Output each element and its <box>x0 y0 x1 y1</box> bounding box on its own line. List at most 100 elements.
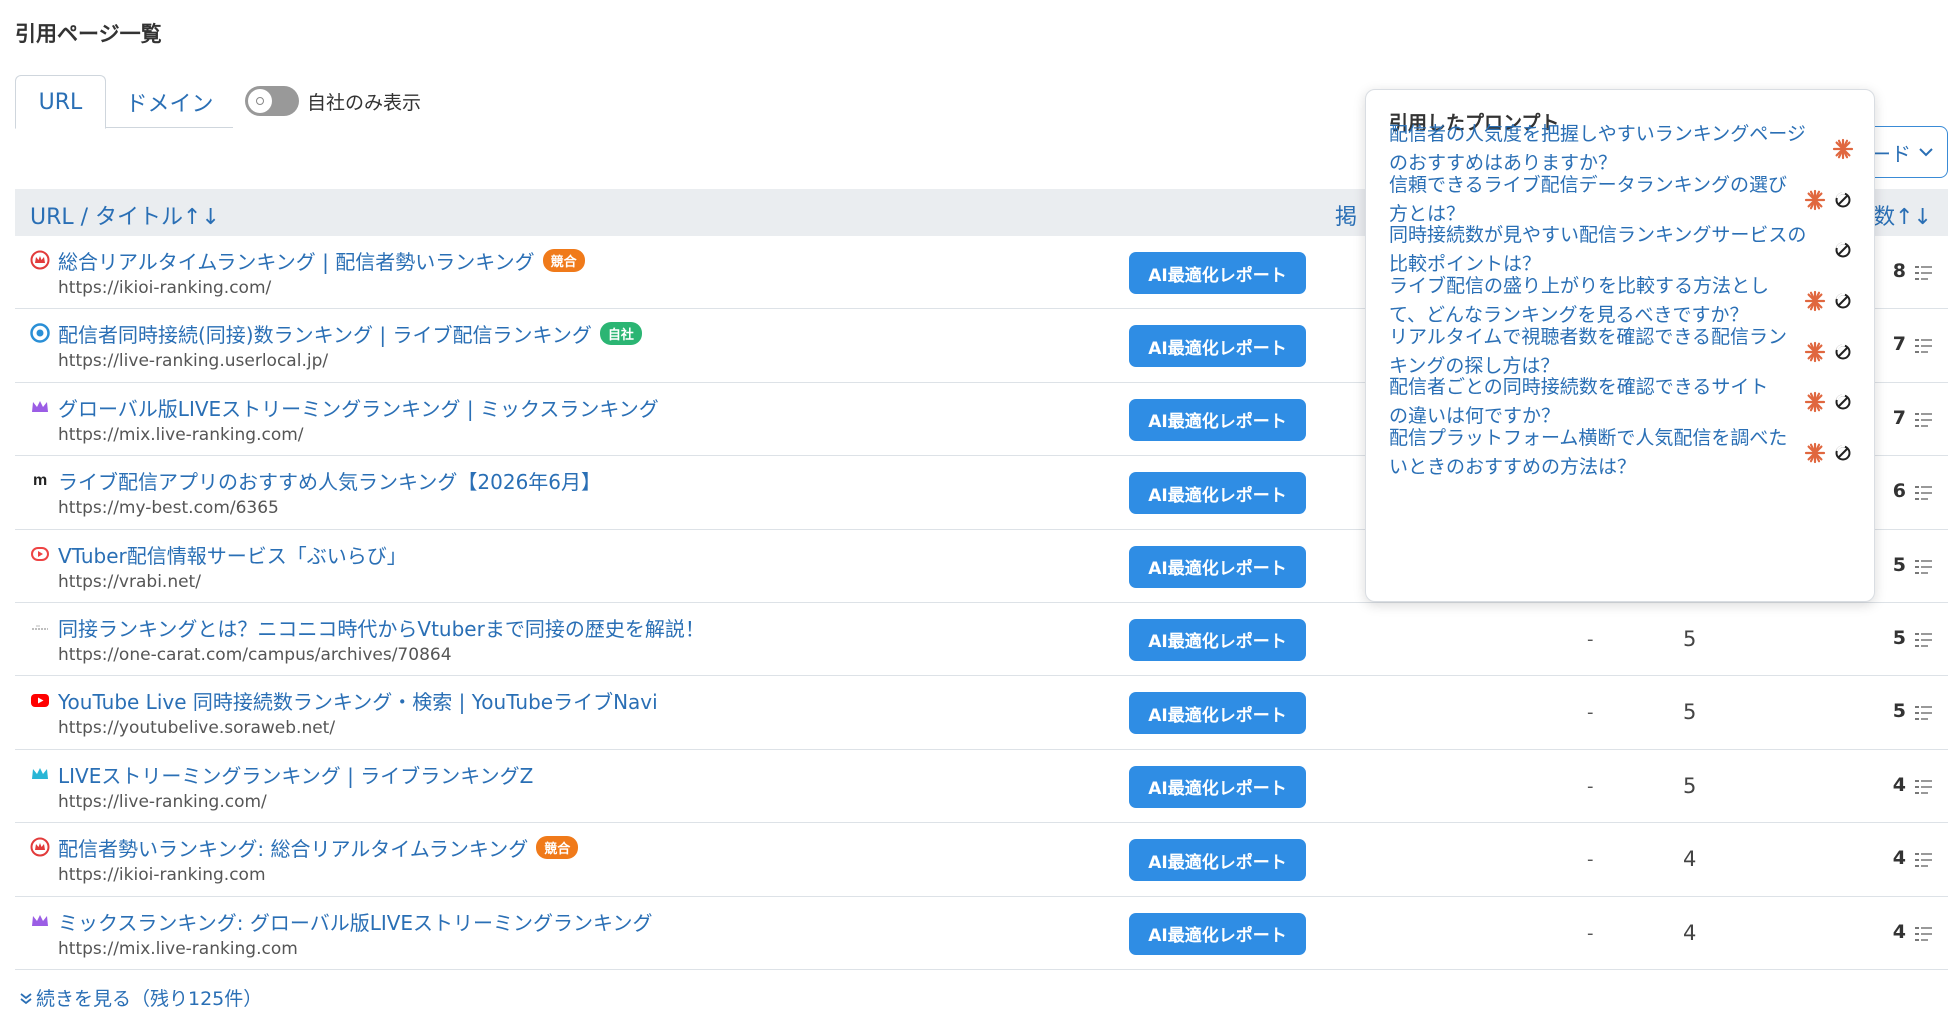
prompt-line-1: 信頼できるライブ配信データランキングの選び <box>1389 174 1788 196</box>
prompt-engine-icons <box>1804 442 1854 464</box>
prompt-link[interactable]: ライブ配信の盛り上がりを比較する方法とし て、どんなランキングを見るべきですか？ <box>1389 272 1809 330</box>
row-citation-count: 5 <box>1892 700 1906 723</box>
row-url: https://one-carat.com/campus/archives/70… <box>58 644 452 665</box>
sort-url-title[interactable]: URL / タイトル↑↓ <box>30 199 220 231</box>
row-title-link[interactable]: VTuber配信情報サービス「ぶいらび」 <box>58 540 407 569</box>
crown-icon <box>30 250 50 270</box>
ai-report-button[interactable]: AI最適化レポート <box>1129 545 1306 588</box>
prompt-list-icon[interactable] <box>1914 264 1934 282</box>
chatgpt-icon <box>1832 391 1854 413</box>
row-title-text: ミックスランキング: グローバル版LIVEストリーミングランキング <box>58 910 653 935</box>
ai-report-button[interactable]: AI最適化レポート <box>1129 398 1306 441</box>
prompt-line-1: 配信プラットフォーム横断で人気配信を調べた <box>1389 427 1788 449</box>
row-citation-count: 6 <box>1892 480 1906 503</box>
vrabi-icon <box>30 544 50 564</box>
tab-bar: URL ドメイン <box>15 75 233 129</box>
chevron-down-icon <box>1919 148 1933 157</box>
sort-count[interactable]: 数↑↓ <box>1873 199 1932 231</box>
prompt-link[interactable]: 配信者の人気度を把握しやすいランキングページ のおすすめはありますか？ <box>1389 120 1809 178</box>
prompt-list-icon[interactable] <box>1914 484 1934 502</box>
row-citation-count: 4 <box>1892 920 1906 943</box>
prompt-line-2: いときのおすすめの方法は？ <box>1389 456 1637 478</box>
row-citation-count: 7 <box>1892 406 1906 429</box>
prompt-engine-icons <box>1832 138 1854 160</box>
ai-report-button[interactable]: AI最適化レポート <box>1129 252 1306 294</box>
prompt-list-icon[interactable] <box>1914 411 1934 429</box>
tab-domain[interactable]: ドメイン <box>106 75 233 128</box>
row-partial-value: - <box>1587 922 1594 944</box>
ai-report-button[interactable]: AI最適化レポート <box>1129 618 1306 661</box>
claude-icon <box>1804 341 1826 363</box>
svg-text:m: m <box>33 472 47 489</box>
purple-crown-icon <box>30 911 50 931</box>
tab-url[interactable]: URL <box>15 75 106 129</box>
ai-report-button[interactable]: AI最適化レポート <box>1129 472 1306 515</box>
purple-crown-icon <box>30 397 50 417</box>
row-title-text: VTuber配信情報サービス「ぶいらび」 <box>58 543 407 568</box>
prompt-list-icon[interactable] <box>1914 704 1934 722</box>
row-title-link[interactable]: 配信者同時接続(同接)数ランキング | ライブ配信ランキング 自社 <box>58 319 642 348</box>
cited-prompts-popover: 引用したプロンプト 配信者の人気度を把握しやすいランキングページ のおすすめはあり… <box>1365 89 1875 602</box>
row-partial-value: - <box>1587 702 1594 724</box>
chatgpt-icon <box>1832 442 1854 464</box>
ai-report-button[interactable]: AI最適化レポート <box>1129 912 1306 955</box>
row-url: https://ikioi-ranking.com <box>58 865 266 886</box>
claude-icon <box>1804 442 1826 464</box>
chatgpt-icon <box>1832 239 1854 261</box>
ai-report-button[interactable]: AI最適化レポート <box>1129 692 1306 735</box>
row-url: https://mix.live-ranking.com <box>58 938 298 959</box>
table-row: 同接ランキングとは？ニコニコ時代からVtuberまで同接の歴史を解説！ https… <box>15 603 1948 677</box>
row-url: https://vrabi.net/ <box>58 571 201 592</box>
row-mention-count: 4 <box>1683 847 1697 872</box>
row-url: https://mix.live-ranking.com/ <box>58 424 304 445</box>
prompt-link[interactable]: 配信者ごとの同時接続数を確認できるサイト の違いは何ですか？ <box>1389 373 1809 431</box>
row-title-text: 総合リアルタイムランキング | 配信者勢いランキング <box>58 250 535 274</box>
prompt-engine-icons <box>1832 239 1854 261</box>
row-title-link[interactable]: 配信者勢いランキング: 総合リアルタイムランキング 競合 <box>58 833 579 862</box>
row-title-link[interactable]: 同接ランキングとは？ニコニコ時代からVtuberまで同接の歴史を解説！ <box>58 613 705 642</box>
own-only-toggle[interactable] <box>245 86 299 116</box>
row-title-text: YouTube Live 同時接続数ランキング・検索 | YouTubeライブN… <box>58 690 658 715</box>
claude-icon <box>1804 391 1826 413</box>
prompt-list-icon[interactable] <box>1914 851 1934 869</box>
row-title-link[interactable]: ライブ配信アプリのおすすめ人気ランキング【2026年6月】 <box>58 466 601 495</box>
prompt-link[interactable]: 配信プラットフォーム横断で人気配信を調べた いときのおすすめの方法は？ <box>1389 424 1809 482</box>
row-title-link[interactable]: ミックスランキング: グローバル版LIVEストリーミングランキング <box>58 907 652 936</box>
row-citation-count: 4 <box>1892 773 1906 796</box>
claude-icon <box>1804 189 1826 211</box>
prompt-line-1: 同時接続数が見やすい配信ランキングサービスの <box>1389 224 1807 246</box>
ai-report-button[interactable]: AI最適化レポート <box>1129 839 1306 882</box>
row-title-text: ライブ配信アプリのおすすめ人気ランキング【2026年6月】 <box>58 470 602 495</box>
row-citation-count: 8 <box>1892 260 1906 282</box>
prompt-list-icon[interactable] <box>1914 631 1934 649</box>
prompt-list-icon[interactable] <box>1914 337 1934 355</box>
prompt-line-1: リアルタイムで視聴者数を確認できる配信ラン <box>1389 326 1788 348</box>
row-title-text: LIVEストリーミングランキング | ライブランキングZ <box>58 763 534 788</box>
competitor-badge: 競合 <box>542 249 585 272</box>
chatgpt-icon <box>1832 290 1854 312</box>
prompt-link[interactable]: 同時接続数が見やすい配信ランキングサービスの 比較ポイントは？ <box>1389 221 1809 279</box>
prompt-list-icon[interactable] <box>1914 778 1934 796</box>
row-title-link[interactable]: LIVEストリーミングランキング | ライブランキングZ <box>58 760 533 789</box>
show-more-label: 続きを見る（残り125件） <box>36 988 263 1010</box>
row-title-text: グローバル版LIVEストリーミングランキング | ミックスランキング <box>58 396 659 421</box>
prompt-list-icon[interactable] <box>1914 558 1934 576</box>
row-title-text: 配信者勢いランキング: 総合リアルタイムランキング <box>58 837 529 862</box>
row-title-link[interactable]: YouTube Live 同時接続数ランキング・検索 | YouTubeライブN… <box>58 686 658 715</box>
row-mention-count: 4 <box>1683 920 1697 945</box>
teal-crown-icon <box>30 764 50 784</box>
prompt-list-icon[interactable] <box>1914 925 1934 943</box>
prompt-engine-icons <box>1804 189 1854 211</box>
row-title-link[interactable]: グローバル版LIVEストリーミングランキング | ミックスランキング <box>58 393 659 422</box>
download-dropdown-label: ード <box>1871 141 1911 166</box>
row-citation-count: 4 <box>1892 847 1906 870</box>
ai-report-button[interactable]: AI最適化レポート <box>1129 325 1306 368</box>
row-title-link[interactable]: 総合リアルタイムランキング | 配信者勢いランキング 競合 <box>58 246 585 275</box>
row-partial-value: - <box>1587 628 1594 650</box>
claude-icon <box>1804 290 1826 312</box>
row-mention-count: 5 <box>1683 700 1697 725</box>
row-url: https://my-best.com/6365 <box>58 498 279 519</box>
show-more-link[interactable]: 続きを見る（残り125件） <box>20 984 262 1011</box>
userlocal-icon <box>30 323 50 344</box>
ai-report-button[interactable]: AI最適化レポート <box>1129 765 1306 808</box>
